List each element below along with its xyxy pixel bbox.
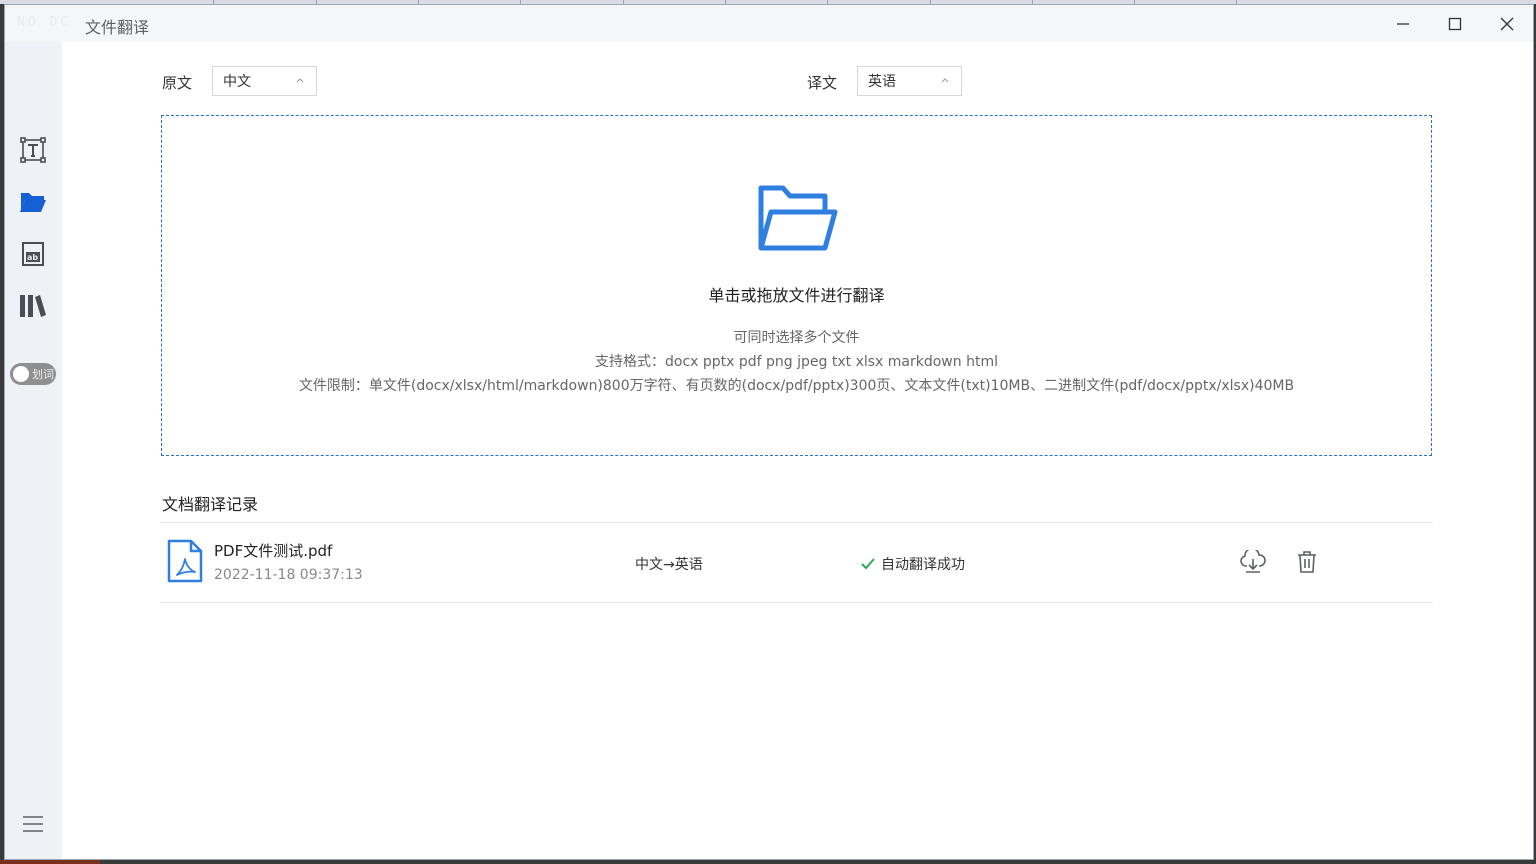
- folder-open-icon: [758, 185, 838, 251]
- drop-zone-hint: 可同时选择多个文件: [733, 330, 860, 346]
- svg-text:ab: ab: [27, 253, 38, 262]
- language-pair: 中文→英语: [635, 557, 703, 573]
- trash-icon: [1298, 551, 1316, 573]
- folder-open-icon: [20, 193, 46, 212]
- word-select-toggle[interactable]: 划词: [10, 363, 56, 385]
- maximize-button[interactable]: [1429, 5, 1481, 42]
- status-badge: 自动翻译成功: [861, 554, 965, 574]
- close-button[interactable]: [1481, 5, 1533, 42]
- source-language-value: 中文: [223, 74, 251, 90]
- sidebar: ab 划词: [5, 42, 62, 859]
- minimize-button[interactable]: [1377, 5, 1429, 42]
- minimize-icon: [1397, 22, 1409, 25]
- target-language-label: 译文: [807, 74, 838, 92]
- divider: [161, 602, 1433, 603]
- sidebar-item-library[interactable]: [15, 288, 51, 324]
- image-translate-icon: ab: [22, 242, 44, 266]
- delete-button[interactable]: [1292, 547, 1322, 577]
- file-timestamp: 2022-11-18 09:37:13: [214, 567, 363, 583]
- sidebar-item-file-translate[interactable]: [15, 184, 51, 220]
- status-text: 自动翻译成功: [881, 557, 965, 573]
- supported-formats: 支持格式：docx pptx pdf png jpeg txt xlsx mar…: [595, 354, 998, 370]
- target-language-select[interactable]: 英语: [857, 66, 962, 96]
- desktop-background: [0, 860, 100, 864]
- file-drop-zone[interactable]: 单击或拖放文件进行翻译 可同时选择多个文件 支持格式：docx pptx pdf…: [161, 115, 1432, 456]
- source-language-label: 原文: [162, 74, 193, 92]
- cloud-download-icon: [1240, 550, 1266, 573]
- hamburger-menu-icon: [23, 816, 43, 832]
- source-language-select[interactable]: 中文: [212, 66, 317, 96]
- sidebar-item-text-translate[interactable]: [15, 132, 51, 168]
- records-title: 文档翻译记录: [162, 495, 259, 514]
- file-limits: 文件限制：单文件(docx/xlsx/html/markdown)800万字符、…: [298, 378, 1295, 394]
- pdf-file-icon: [167, 539, 203, 583]
- file-name: PDF文件测试.pdf: [214, 542, 333, 560]
- drop-zone-title: 单击或拖放文件进行翻译: [708, 286, 885, 305]
- title-bar: NO DC 文件翻译: [5, 5, 1533, 42]
- window-title: 文件翻译: [85, 18, 150, 37]
- toggle-knob: [13, 366, 29, 382]
- sidebar-item-image-translate[interactable]: ab: [15, 236, 51, 272]
- maximize-icon: [1448, 17, 1462, 30]
- close-icon: [1500, 17, 1514, 30]
- text-translate-icon: [20, 137, 46, 163]
- chevron-up-icon: [296, 78, 304, 83]
- target-language-value: 英语: [868, 74, 896, 90]
- menu-button[interactable]: [21, 812, 45, 836]
- download-button[interactable]: [1238, 547, 1268, 577]
- app-logo: NO DC: [17, 15, 72, 30]
- main-panel: 原文 中文 译文 英语 单击或拖放文件进行翻译 可同时选择多个文件 支持格式：d…: [62, 42, 1533, 859]
- record-row: PDF文件测试.pdf 2022-11-18 09:37:13 中文→英语 自动…: [161, 523, 1433, 602]
- chevron-up-icon: [941, 78, 949, 83]
- app-window: NO DC 文件翻译 ab 划词 原文 中文 译文 英语 单击或拖放文件进行翻译…: [4, 4, 1534, 860]
- check-icon: [861, 558, 875, 570]
- toggle-label: 划词: [32, 368, 54, 381]
- library-icon: [20, 295, 46, 317]
